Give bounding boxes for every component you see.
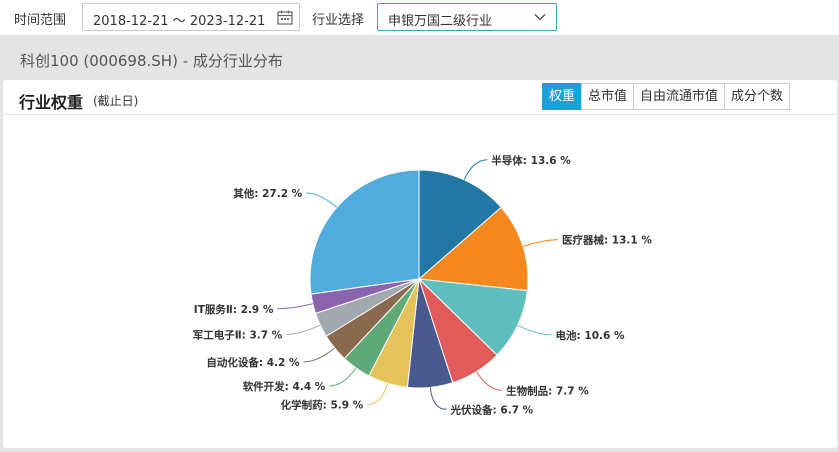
slice-leader-line <box>517 324 552 336</box>
time-range-label: 时间范围 <box>14 13 67 28</box>
slice-label: 光伏设备: 6.7 % <box>450 403 534 416</box>
industry-label: 行业选择 <box>312 13 365 28</box>
industry-select[interactable]: 申银万国二级行业 <box>377 3 557 31</box>
slice-leader-line <box>303 347 335 363</box>
date-range-value: 2018-12-21 ～ 2023-12-21 <box>93 14 266 29</box>
industry-weight-card: 行业权重 (截止日) 权重 总市值 自由流通市值 成分个数 半导体: 13.6 … <box>3 80 837 448</box>
slice-label: 化学制药: 5.9 % <box>281 398 364 411</box>
metric-tabs: 权重 总市值 自由流通市值 成分个数 <box>542 83 791 110</box>
date-range-picker[interactable]: 2018-12-21 ～ 2023-12-21 <box>82 3 300 31</box>
tab-free-float-market-cap[interactable]: 自由流通市值 <box>633 83 726 110</box>
tab-constituent-count[interactable]: 成分个数 <box>724 83 791 110</box>
slice-leader-line <box>463 159 488 181</box>
slice-leader-line <box>286 324 321 335</box>
card-title: 行业权重 <box>19 93 84 112</box>
calendar-icon[interactable] <box>277 10 293 25</box>
slice-leader-line <box>476 371 503 391</box>
slice-leader-line <box>429 387 447 410</box>
slice-leader-line <box>277 303 313 310</box>
slice-label: 半导体: 13.6 % <box>491 154 571 167</box>
slice-label: 软件开发: 4.4 % <box>243 380 326 393</box>
slice-leader-line <box>306 192 338 208</box>
slice-label: IT服务Ⅱ: 2.9 % <box>194 303 274 316</box>
pie-slice[interactable] <box>309 169 420 295</box>
page-title: 科创100 (000698.SH) - 成分行业分布 <box>20 52 283 70</box>
industry-select-value: 申银万国二级行业 <box>388 14 493 29</box>
slice-leader-line <box>522 239 558 247</box>
slice-leader-line <box>367 383 389 405</box>
card-subtitle: (截止日) <box>93 94 139 108</box>
tab-total-market-cap[interactable]: 总市值 <box>581 83 635 110</box>
slice-label: 其他: 27.2 % <box>233 187 302 200</box>
slice-label: 生物制品: 7.7 % <box>506 384 589 397</box>
slice-label: 自动化设备: 4.2 % <box>206 356 300 369</box>
slice-label: 医疗器械: 13.1 % <box>562 234 652 247</box>
filter-bar: 时间范围 2018-12-21 ～ 2023-12-21 行业选择 申银万国二级… <box>0 0 839 35</box>
industry-pie-chart: 半导体: 13.6 % 医疗器械: 13.1 % 电池: 10.6 % 生物制品: 7… <box>193 154 653 417</box>
slice-label: 电池: 10.6 % <box>556 329 625 342</box>
chevron-down-icon <box>534 13 546 21</box>
tab-weight[interactable]: 权重 <box>542 83 583 110</box>
slice-leader-line <box>329 367 357 387</box>
slice-label: 军工电子Ⅱ: 3.7 % <box>193 328 283 341</box>
